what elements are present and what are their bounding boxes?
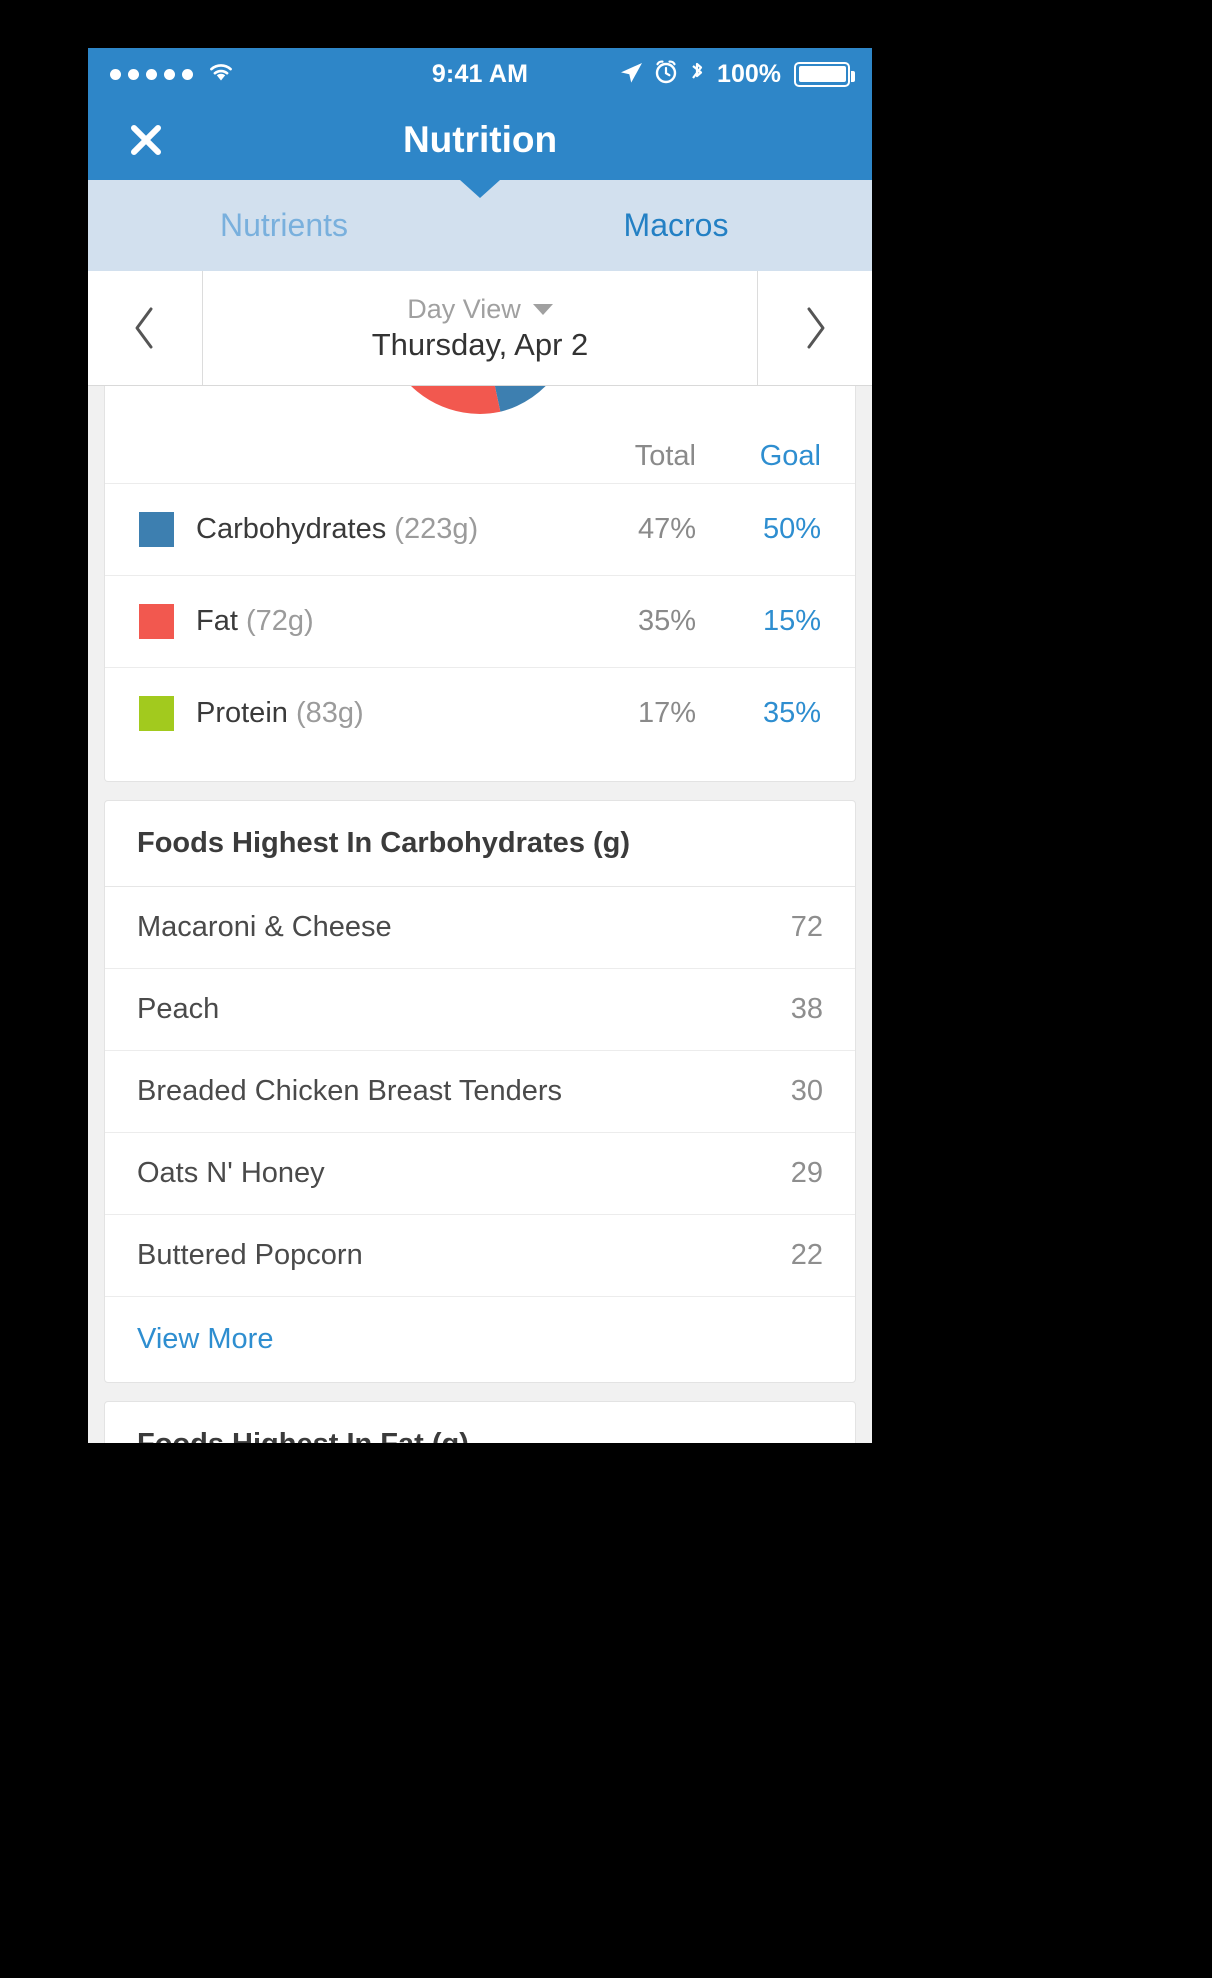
food-name: Oats N' Honey (137, 1157, 791, 1190)
macro-header-goal: Goal (696, 440, 821, 473)
chevron-left-icon (132, 305, 158, 351)
food-card-title: Foods Highest In Carbohydrates (g) (105, 801, 855, 887)
color-swatch-carbohydrates (139, 512, 174, 547)
tab-macros[interactable]: Macros (480, 180, 872, 271)
macro-goal-fat: 15% (696, 605, 821, 638)
current-date-label: Thursday, Apr 2 (372, 327, 589, 363)
macros-table-header: Total Goal (105, 426, 855, 483)
foods-highest-carbohydrates-card: Foods Highest In Carbohydrates (g) Macar… (104, 800, 856, 1383)
chevron-right-icon (802, 305, 828, 351)
view-more-button[interactable]: View More (105, 1297, 855, 1382)
signal-dot (182, 69, 193, 80)
card-bottom-spacer (105, 759, 855, 781)
day-view-dropdown[interactable]: Day View (407, 294, 553, 325)
food-name: Macaroni & Cheese (137, 911, 791, 944)
food-value: 22 (791, 1239, 823, 1272)
food-value: 38 (791, 993, 823, 1026)
list-item[interactable]: Breaded Chicken Breast Tenders 30 (105, 1051, 855, 1133)
food-card-title: Foods Highest In Fat (g) (105, 1402, 855, 1443)
status-bar-right: 100% (618, 59, 850, 90)
macro-label-carbohydrates: Carbohydrates (223g) (196, 513, 561, 546)
alarm-clock-icon (653, 59, 679, 90)
color-swatch-protein (139, 696, 174, 731)
macro-label-protein: Protein (83g) (196, 697, 561, 730)
macros-summary-card: Total Goal Carbohydrates (223g) 47% 50% … (104, 386, 856, 782)
macro-goal-carbohydrates: 50% (696, 513, 821, 546)
active-tab-pointer (460, 180, 500, 198)
day-view-label: Day View (407, 294, 521, 325)
page-title: Nutrition (88, 119, 872, 161)
macro-total-fat: 35% (561, 605, 696, 638)
macro-pie-chart (105, 386, 855, 426)
macro-goal-protein: 35% (696, 697, 821, 730)
previous-day-button[interactable] (88, 271, 203, 385)
phone-screen: 9:41 AM 100% (88, 48, 872, 1443)
battery-percent-label: 100% (717, 60, 781, 89)
food-name: Buttered Popcorn (137, 1239, 791, 1272)
macro-total-carbohydrates: 47% (561, 513, 696, 546)
signal-dot (164, 69, 175, 80)
macro-label-fat: Fat (72g) (196, 605, 561, 638)
bluetooth-icon (688, 59, 706, 90)
list-item[interactable]: Peach 38 (105, 969, 855, 1051)
list-item[interactable]: Oats N' Honey 29 (105, 1133, 855, 1215)
tab-nutrients[interactable]: Nutrients (88, 180, 480, 271)
next-day-button[interactable] (757, 271, 872, 385)
signal-dot (110, 69, 121, 80)
macro-header-total: Total (561, 440, 696, 473)
macro-row-fat[interactable]: Fat (72g) 35% 15% (105, 575, 855, 667)
macro-row-protein[interactable]: Protein (83g) 17% 35% (105, 667, 855, 759)
close-x-icon[interactable] (128, 122, 164, 158)
date-selector[interactable]: Day View Thursday, Apr 2 (203, 271, 757, 385)
list-item[interactable]: Buttered Popcorn 22 (105, 1215, 855, 1297)
food-value: 72 (791, 911, 823, 944)
list-item[interactable]: Macaroni & Cheese 72 (105, 887, 855, 969)
status-bar-left (110, 61, 236, 88)
signal-dot (128, 69, 139, 80)
macro-total-protein: 17% (561, 697, 696, 730)
signal-dot (146, 69, 157, 80)
pie-chart-svg (370, 386, 590, 426)
caret-down-icon (533, 304, 553, 315)
battery-full-icon (794, 62, 850, 87)
food-name: Peach (137, 993, 791, 1026)
foods-highest-fat-card: Foods Highest In Fat (g) (104, 1401, 856, 1443)
color-swatch-fat (139, 604, 174, 639)
tab-bar: Nutrients Macros (88, 180, 872, 271)
status-bar: 9:41 AM 100% (88, 48, 872, 100)
date-navigation-bar: Day View Thursday, Apr 2 (88, 271, 872, 386)
food-value: 29 (791, 1157, 823, 1190)
food-value: 30 (791, 1075, 823, 1108)
food-name: Breaded Chicken Breast Tenders (137, 1075, 791, 1108)
nav-bar: Nutrition (88, 100, 872, 180)
macro-row-carbohydrates[interactable]: Carbohydrates (223g) 47% 50% (105, 483, 855, 575)
wifi-icon (206, 61, 236, 88)
scroll-content[interactable]: Total Goal Carbohydrates (223g) 47% 50% … (88, 386, 872, 1443)
pie-slice-fat (381, 386, 500, 414)
location-arrow-icon (618, 59, 644, 90)
